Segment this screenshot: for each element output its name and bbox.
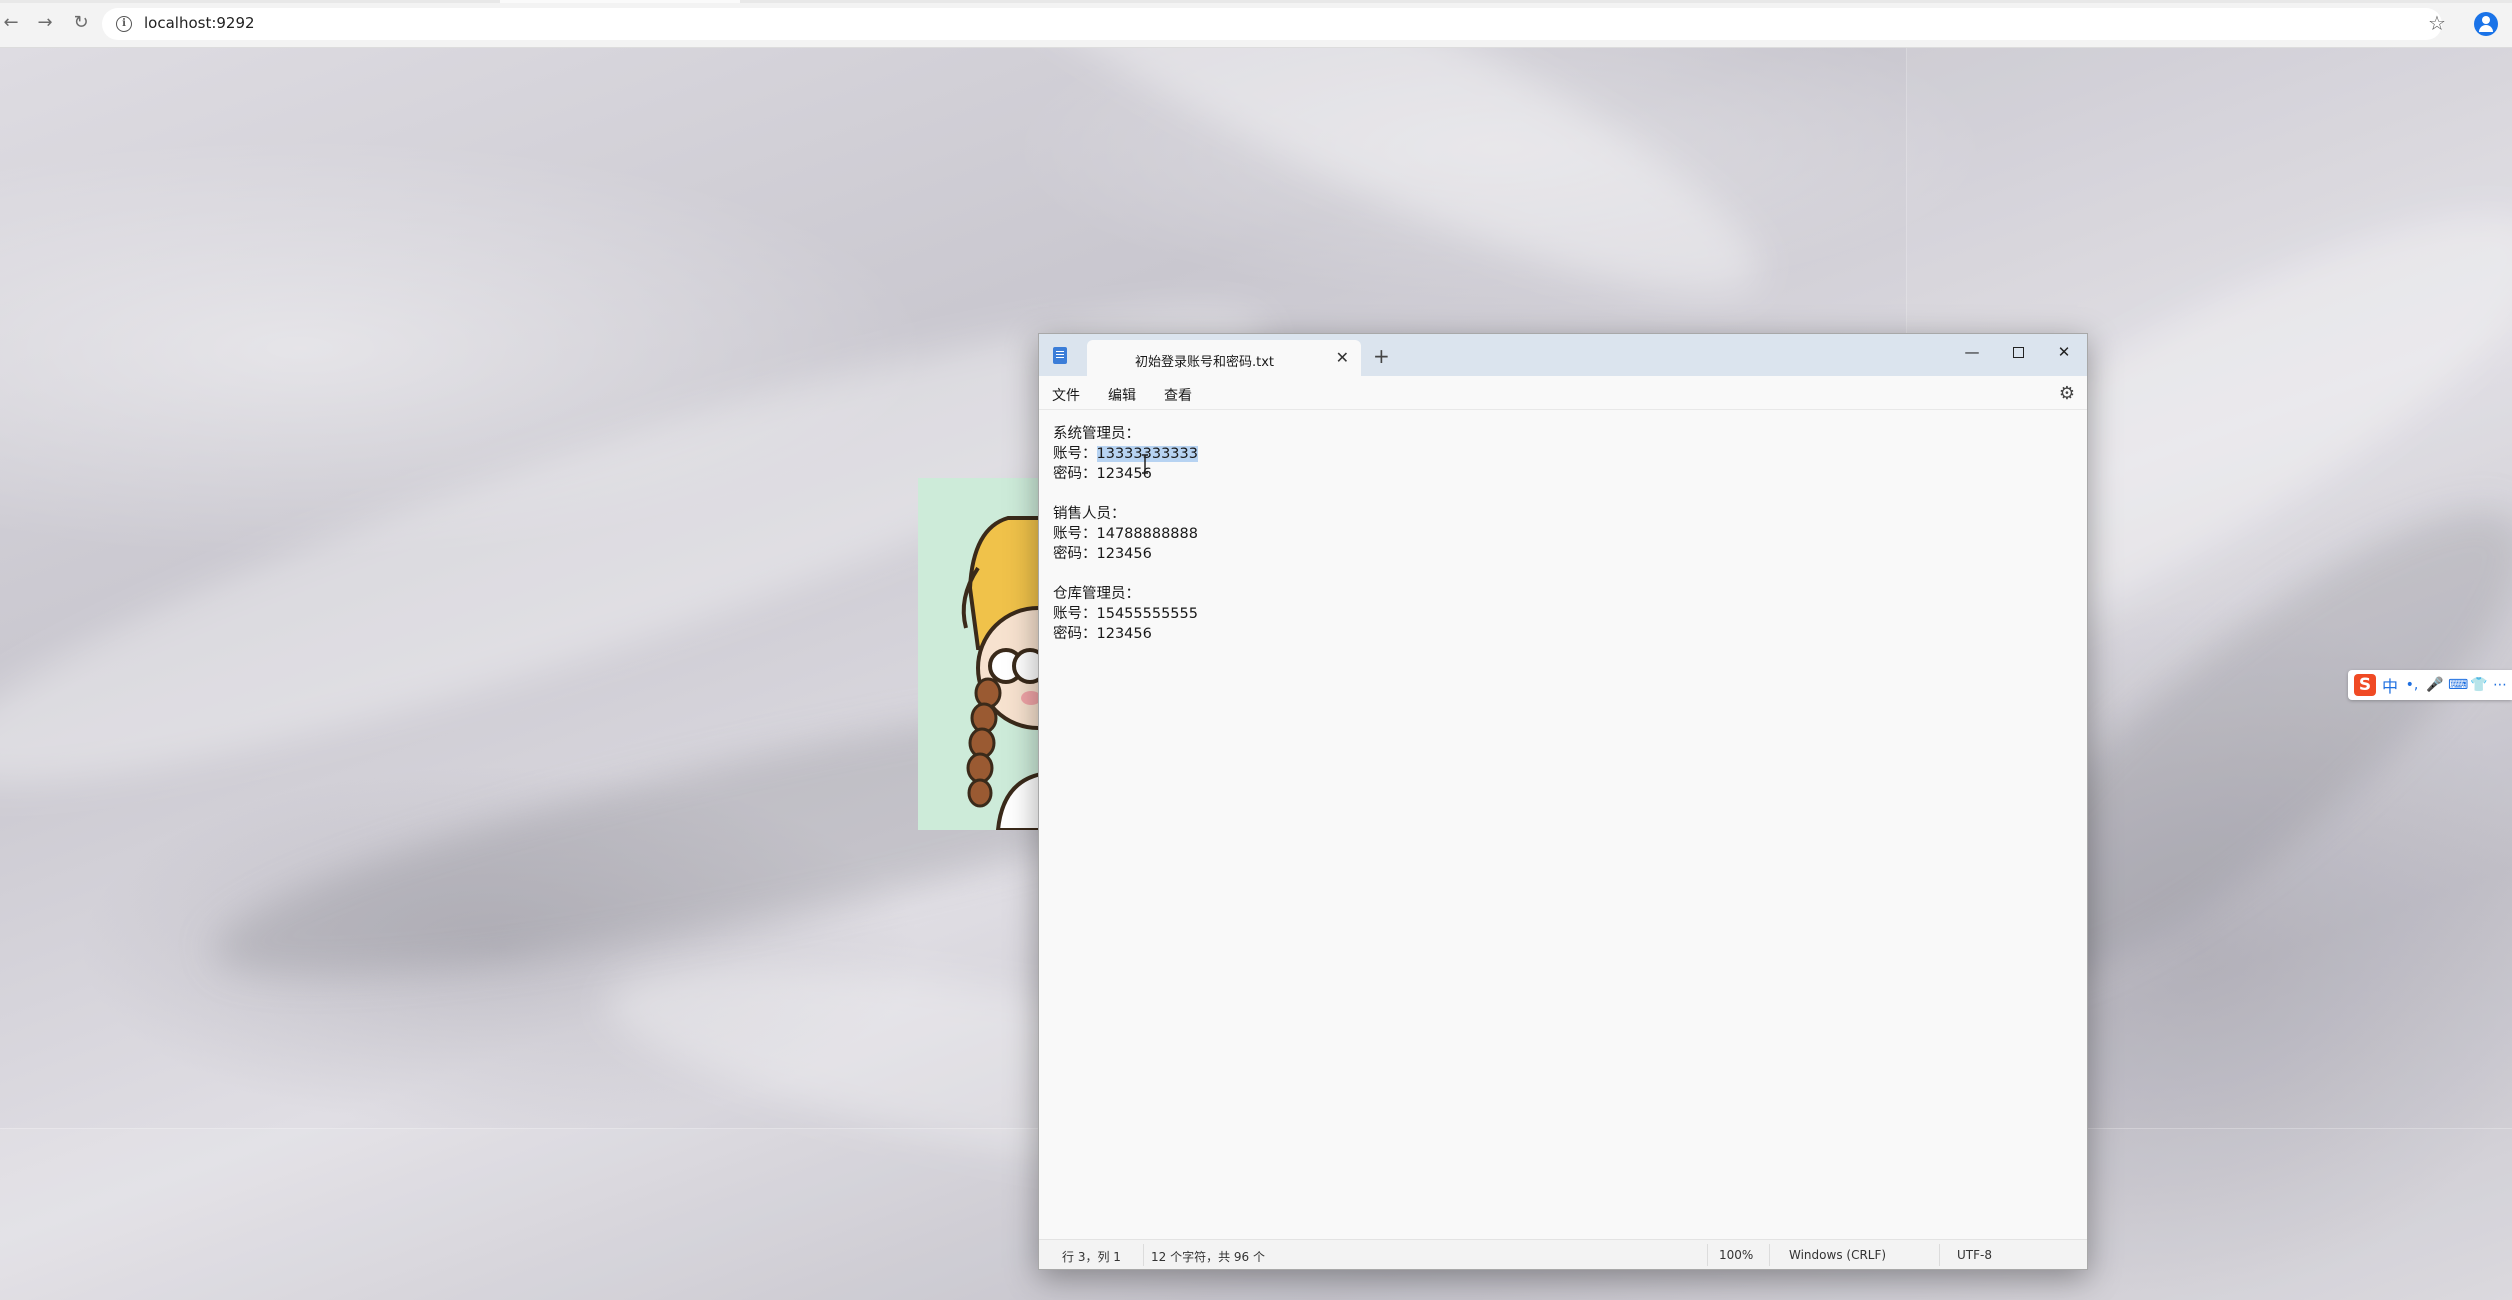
text-cursor-icon bbox=[1142, 454, 1148, 474]
notepad-titlebar[interactable]: 初始登录账号和密码.txt ✕ + — ✕ bbox=[1039, 334, 2087, 376]
url-text[interactable]: localhost:9292 bbox=[144, 14, 255, 32]
punctuation-icon[interactable]: •, bbox=[2404, 677, 2420, 693]
character-count: 12 个字符，共 96 个 bbox=[1151, 1250, 1265, 1264]
bookmark-star-icon[interactable]: ☆ bbox=[2428, 11, 2446, 35]
forward-button[interactable]: → bbox=[34, 12, 56, 34]
menu-edit[interactable]: 编辑 bbox=[1108, 385, 1136, 405]
sales-password-line: 密码：123456 bbox=[1053, 546, 1152, 562]
more-icon[interactable]: ⋯ bbox=[2492, 677, 2508, 693]
zoom-level[interactable]: 100% bbox=[1719, 1248, 1753, 1262]
warehouse-heading-line: 仓库管理员： bbox=[1053, 586, 1140, 602]
browser-toolbar: ← → ↻ i localhost:9292 ☆ bbox=[0, 0, 2512, 48]
minimize-button[interactable]: — bbox=[1949, 338, 1995, 366]
warehouse-account-line: 账号：15455555555 bbox=[1053, 606, 1198, 622]
file-tab[interactable]: 初始登录账号和密码.txt ✕ bbox=[1087, 340, 1361, 376]
menu-bar: 文件 编辑 查看 ⚙ bbox=[1039, 376, 2087, 410]
status-divider bbox=[1939, 1244, 1940, 1266]
maximize-icon bbox=[2012, 347, 2024, 358]
tab-strip bbox=[0, 0, 2512, 3]
ime-toolbar[interactable]: S 中 •, 🎤 ⌨ 👕 ⋯ bbox=[2348, 670, 2512, 700]
status-divider bbox=[1769, 1244, 1770, 1266]
settings-gear-icon[interactable]: ⚙ bbox=[2059, 383, 2075, 404]
menu-file[interactable]: 文件 bbox=[1052, 385, 1080, 405]
admin-account-line: 账号：13333333333 bbox=[1053, 442, 1198, 463]
site-info-icon[interactable]: i bbox=[116, 16, 132, 32]
notepad-app-icon bbox=[1053, 347, 1067, 364]
ime-mode-toggle[interactable]: 中 bbox=[2382, 673, 2398, 697]
back-button[interactable]: ← bbox=[0, 12, 22, 34]
sales-heading-line: 销售人员： bbox=[1053, 506, 1126, 522]
status-divider bbox=[1143, 1244, 1144, 1266]
active-tab-indicator bbox=[500, 0, 740, 3]
status-divider bbox=[1707, 1244, 1708, 1266]
menu-view[interactable]: 查看 bbox=[1164, 385, 1192, 405]
text-editor[interactable]: 系统管理员： 账号：13333333333 密码：123456 销售人员： 账号… bbox=[1053, 422, 2073, 1242]
notepad-window: 初始登录账号和密码.txt ✕ + — ✕ 文件 编辑 查看 ⚙ 系统管理员： … bbox=[1038, 333, 2088, 1270]
status-bar: 行 3，列 1 12 个字符，共 96 个 100% Windows (CRLF… bbox=[1039, 1239, 2087, 1269]
profile-avatar-icon[interactable] bbox=[2474, 12, 2498, 36]
encoding[interactable]: UTF-8 bbox=[1957, 1248, 1992, 1262]
avatar-illustration bbox=[918, 478, 1048, 830]
sogou-logo-icon[interactable]: S bbox=[2354, 674, 2376, 696]
admin-account-label: 账号： bbox=[1053, 446, 1097, 462]
new-tab-plus-icon[interactable]: + bbox=[1373, 344, 1390, 368]
address-bar[interactable]: i localhost:9292 bbox=[102, 8, 2442, 40]
admin-heading-line: 系统管理员： bbox=[1053, 426, 1140, 442]
file-tab-title: 初始登录账号和密码.txt bbox=[1135, 355, 1275, 370]
reload-button[interactable]: ↻ bbox=[70, 12, 92, 34]
sales-account-line: 账号：14788888888 bbox=[1053, 526, 1198, 542]
close-tab-icon[interactable]: ✕ bbox=[1336, 348, 1349, 367]
cursor-position: 行 3，列 1 bbox=[1062, 1250, 1121, 1264]
keyboard-icon[interactable]: ⌨ bbox=[2448, 677, 2468, 693]
close-window-button[interactable]: ✕ bbox=[2041, 338, 2087, 366]
line-ending[interactable]: Windows (CRLF) bbox=[1789, 1248, 1886, 1262]
microphone-icon[interactable]: 🎤 bbox=[2426, 677, 2443, 693]
maximize-button[interactable] bbox=[1995, 338, 2041, 366]
warehouse-password-line: 密码：123456 bbox=[1053, 626, 1152, 642]
skin-icon[interactable]: 👕 bbox=[2470, 677, 2487, 693]
